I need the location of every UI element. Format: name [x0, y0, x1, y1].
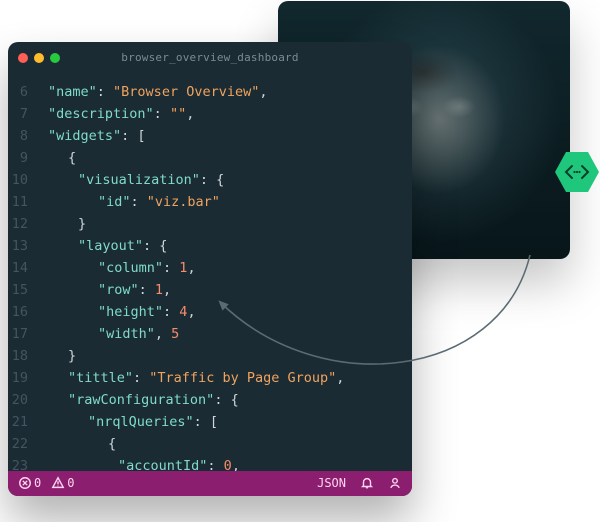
notifications-icon[interactable] — [360, 476, 374, 490]
code-token: "accountId" — [118, 458, 207, 471]
line-number: 17 — [8, 323, 38, 345]
code-token: , — [187, 260, 195, 276]
code-token: "" — [170, 106, 186, 122]
code-token: : [ — [121, 128, 145, 144]
code-token: "column" — [98, 260, 163, 276]
code-token: : — [163, 304, 179, 320]
code-token: "Browser Overview" — [113, 84, 259, 100]
code-token: "name" — [48, 84, 97, 100]
line-number: 21 — [8, 411, 38, 433]
zoom-icon[interactable] — [50, 53, 60, 63]
code-token: , — [186, 106, 194, 122]
code-line[interactable]: 18} — [8, 345, 412, 367]
error-icon[interactable] — [18, 476, 32, 490]
code-token: : { — [143, 238, 167, 254]
line-number: 8 — [8, 125, 38, 147]
code-line[interactable]: 11 "id": "viz.bar" — [8, 191, 412, 213]
code-token: : — [133, 370, 149, 386]
language-mode[interactable]: JSON — [317, 476, 346, 490]
code-token: "id" — [98, 194, 131, 210]
line-number: 19 — [8, 367, 38, 389]
status-bar: 0 0 JSON — [8, 471, 412, 496]
code-line[interactable]: 14"column": 1, — [8, 257, 412, 279]
code-token: } — [68, 348, 76, 364]
line-number: 23 — [8, 455, 38, 471]
line-number: 11 — [8, 191, 38, 213]
code-token: { — [68, 150, 76, 166]
code-token: 1 — [155, 282, 163, 298]
code-line[interactable]: 10 "visualization": { — [8, 169, 412, 191]
line-number: 22 — [8, 433, 38, 455]
code-token: "row" — [98, 282, 139, 298]
code-token: , — [259, 84, 267, 100]
code-token: , — [232, 458, 240, 471]
line-number: 13 — [8, 235, 38, 257]
code-token: "height" — [98, 304, 163, 320]
code-token: "nrqlQueries" — [88, 414, 194, 430]
code-token: : { — [200, 172, 224, 188]
code-area[interactable]: 6 "name": "Browser Overview", 7 "descriptio… — [8, 73, 412, 471]
warning-count: 0 — [67, 476, 74, 490]
code-token: , — [336, 370, 344, 386]
code-line[interactable]: 12} — [8, 213, 412, 235]
code-token: "rawConfiguration" — [68, 392, 214, 408]
window-title: browser_overview_dashboard — [8, 51, 412, 64]
line-number: 18 — [8, 345, 38, 367]
code-token: : — [97, 84, 113, 100]
line-number: 9 — [8, 147, 38, 169]
code-token: "width" — [98, 326, 155, 342]
code-line[interactable]: 20 "rawConfiguration": { — [8, 389, 412, 411]
line-number: 6 — [8, 81, 38, 103]
code-line[interactable]: 23 "accountId": 0, — [8, 455, 412, 471]
code-token: : { — [214, 392, 238, 408]
code-token: "description" — [48, 106, 154, 122]
code-token: "Traffic by Page Group" — [149, 370, 336, 386]
code-token: , — [155, 326, 171, 342]
line-number: 10 — [8, 169, 38, 191]
code-line[interactable]: 6 "name": "Browser Overview", — [8, 81, 412, 103]
code-line[interactable]: 19 "tittle": "Traffic by Page Group", — [8, 367, 412, 389]
code-token: "widgets" — [48, 128, 121, 144]
line-number: 12 — [8, 213, 38, 235]
code-line[interactable]: 9{ — [8, 147, 412, 169]
code-token: "layout" — [78, 238, 143, 254]
code-token: : [ — [194, 414, 218, 430]
code-token: : — [131, 194, 147, 210]
code-token: { — [108, 436, 116, 452]
code-token: } — [78, 216, 86, 232]
code-line[interactable]: 21 "nrqlQueries": [ — [8, 411, 412, 433]
code-token: : — [139, 282, 155, 298]
code-hex-badge[interactable] — [555, 152, 599, 192]
code-token: : — [163, 260, 179, 276]
warning-icon[interactable] — [51, 476, 65, 490]
code-token: 0 — [224, 458, 232, 471]
code-line[interactable]: 8 "widgets": [ — [8, 125, 412, 147]
code-line[interactable]: 7 "description": "", — [8, 103, 412, 125]
line-number: 20 — [8, 389, 38, 411]
code-token: "viz.bar" — [147, 194, 220, 210]
line-number: 15 — [8, 279, 38, 301]
code-line[interactable]: 13 "layout": { — [8, 235, 412, 257]
code-line[interactable]: 17 "width", 5 — [8, 323, 412, 345]
code-line[interactable]: 22 { — [8, 433, 412, 455]
close-icon[interactable] — [18, 53, 28, 63]
code-token: "visualization" — [78, 172, 200, 188]
line-number: 7 — [8, 103, 38, 125]
window-titlebar: browser_overview_dashboard — [8, 42, 412, 73]
code-token: : — [154, 106, 170, 122]
code-editor-window: browser_overview_dashboard 6 "name": "Bro… — [8, 42, 412, 496]
code-token: , — [187, 304, 195, 320]
account-icon[interactable] — [388, 476, 402, 490]
code-token: : — [207, 458, 223, 471]
line-number: 16 — [8, 301, 38, 323]
error-count: 0 — [34, 476, 41, 490]
code-token: "tittle" — [68, 370, 133, 386]
code-line[interactable]: 15 "row": 1, — [8, 279, 412, 301]
line-number: 14 — [8, 257, 38, 279]
code-token: , — [163, 282, 171, 298]
minimize-icon[interactable] — [34, 53, 44, 63]
code-line[interactable]: 16"height": 4, — [8, 301, 412, 323]
code-token: 5 — [171, 326, 179, 342]
